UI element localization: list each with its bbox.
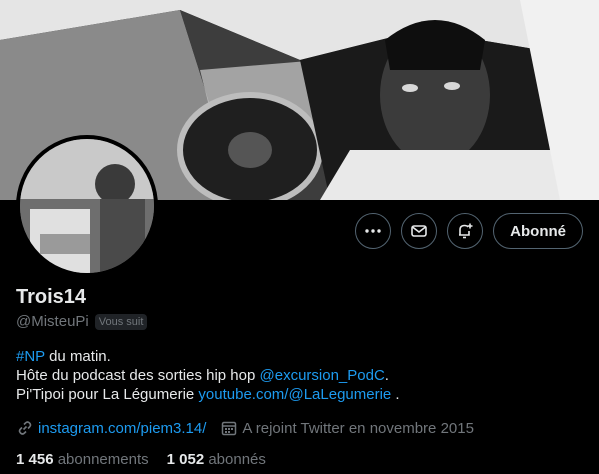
youtube-link[interactable]: youtube.com/@LaLegumerie <box>198 386 391 403</box>
bio-line-2: Hôte du podcast des sorties hip hop @exc… <box>16 366 400 385</box>
link-icon <box>18 421 32 435</box>
bio-text: Hôte du podcast des sorties hip hop <box>16 367 260 384</box>
bio: #NP du matin. Hôte du podcast des sortie… <box>16 347 400 404</box>
display-name: Trois14 <box>16 286 87 308</box>
followers-stat[interactable]: 1 052 abonnés <box>167 451 266 468</box>
joined-date: A rejoint Twitter en novembre 2015 <box>242 419 474 437</box>
bio-text: Pi'Tipoi pour La Légumerie <box>16 386 199 403</box>
bio-line-3: Pi'Tipoi pour La Légumerie youtube.com/@… <box>16 385 400 404</box>
bell-plus-icon <box>459 223 473 239</box>
more-button[interactable] <box>355 213 392 249</box>
notify-button[interactable] <box>447 213 484 249</box>
hashtag-link[interactable]: #NP <box>16 348 45 365</box>
message-button[interactable] <box>401 213 438 249</box>
bio-text: . <box>384 367 389 384</box>
handle-row: @MisteuPi Vous suit <box>16 313 148 330</box>
bio-text: du matin. <box>44 348 111 365</box>
avatar-image <box>20 139 154 273</box>
profile-meta: instagram.com/piem3.14/ A rejoint Twitte… <box>16 419 488 437</box>
mention-link[interactable]: @excursion_PodC <box>260 367 385 384</box>
envelope-icon <box>411 225 427 237</box>
bio-text: . <box>391 386 400 403</box>
following-button[interactable]: Abonné <box>493 213 583 249</box>
follows-you-badge: Vous suit <box>94 313 148 330</box>
joined-item: A rejoint Twitter en novembre 2015 <box>220 419 474 437</box>
website-item: instagram.com/piem3.14/ <box>16 419 206 437</box>
following-stat[interactable]: 1 456 abonnements <box>16 451 149 468</box>
following-count: 1 456 <box>16 451 54 468</box>
follow-stats: 1 456 abonnements 1 052 abonnés <box>16 451 266 468</box>
avatar[interactable] <box>16 135 158 277</box>
followers-count: 1 052 <box>166 451 205 468</box>
user-handle: @MisteuPi <box>16 313 89 330</box>
profile-actions: Abonné <box>355 213 583 249</box>
more-icon <box>365 229 381 233</box>
website-link[interactable]: instagram.com/piem3.14/ <box>38 420 206 437</box>
bio-line-1: #NP du matin. <box>16 347 400 366</box>
followers-label: abonnés <box>208 451 266 468</box>
calendar-icon <box>222 421 237 436</box>
following-label: abonnements <box>57 451 149 468</box>
